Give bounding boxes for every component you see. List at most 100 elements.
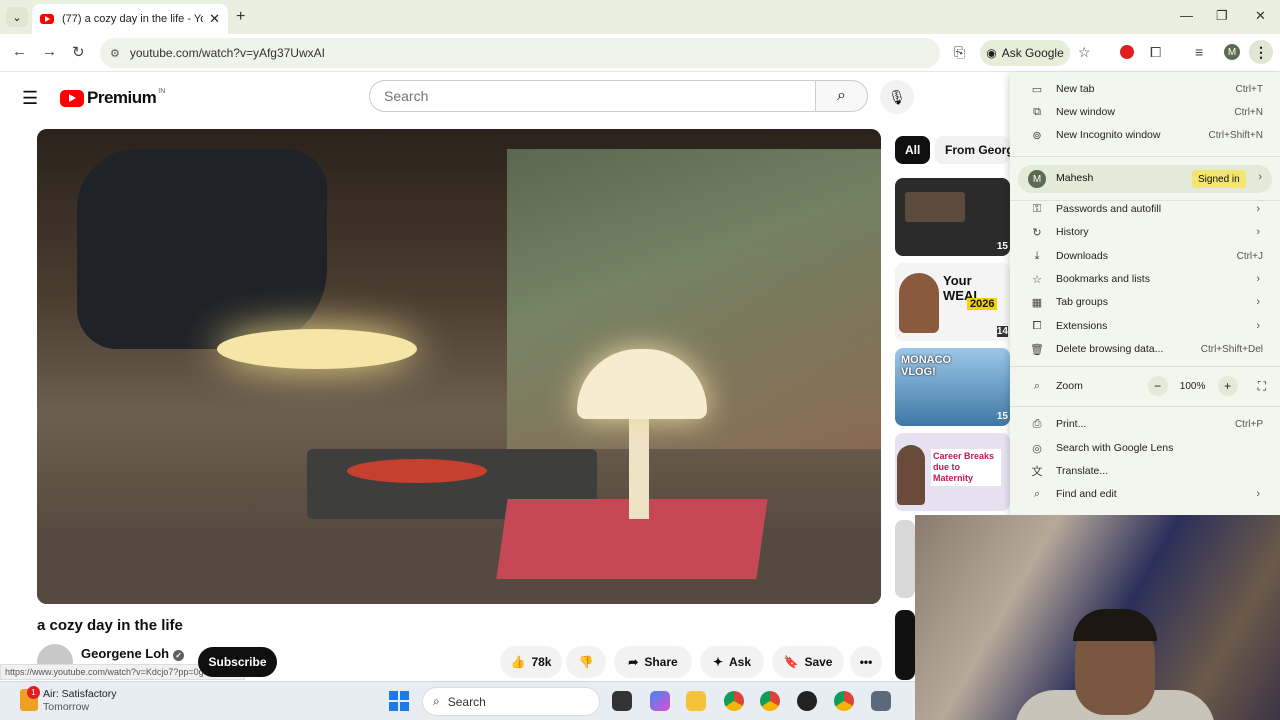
- menu-item-label: Bookmarks and lists: [1056, 273, 1150, 285]
- camera-app-icon[interactable]: [871, 691, 891, 711]
- chip-all[interactable]: All: [895, 136, 931, 164]
- extension-red-icon[interactable]: [1120, 45, 1134, 59]
- maximize-button[interactable]: ❐: [1216, 8, 1228, 24]
- youtube-play-icon: [60, 89, 84, 107]
- recommended-thumbnail[interactable]: Your WEAL 2026 14: [895, 263, 1010, 341]
- menu-item-new-incognito[interactable]: ⊚ New Incognito window Ctrl+Shift+N: [1010, 124, 1280, 146]
- video-person: [77, 149, 327, 349]
- menu-item-find-and-edit[interactable]: ⌕ Find and edit ›: [1010, 483, 1280, 505]
- menu-item-downloads[interactable]: ⤓ Downloads Ctrl+J: [1010, 245, 1280, 267]
- extensions-icon: ⧠: [1032, 319, 1042, 332]
- chevron-right-icon: ›: [1256, 273, 1260, 285]
- menu-item-shortcut: Ctrl+P: [1234, 418, 1263, 430]
- address-bar[interactable]: ⚙ youtube.com/watch?v=yAfg37UwxAI: [100, 38, 940, 68]
- chrome-menu-button[interactable]: ⋮: [1249, 40, 1273, 64]
- menu-item-tab-groups[interactable]: ▦ Tab groups ›: [1010, 291, 1280, 313]
- task-view-icon[interactable]: [612, 691, 632, 711]
- menu-item-passwords[interactable]: ⚿ Passwords and autofill ›: [1010, 198, 1280, 220]
- zoom-in-button[interactable]: +: [1217, 376, 1238, 396]
- recommended-thumbnail[interactable]: [895, 610, 915, 680]
- windows-start-icon[interactable]: [389, 691, 409, 711]
- video-record: [347, 459, 487, 483]
- chip-from-channel[interactable]: From Georgene Loh: [935, 136, 1010, 164]
- chrome-profile-icon[interactable]: [760, 691, 780, 711]
- tab-title: (77) a cozy day in the life - YouTube: [62, 13, 203, 25]
- ask-google-button[interactable]: ◉ Ask Google: [980, 40, 1070, 66]
- media-control-icon[interactable]: ≡: [1195, 44, 1203, 60]
- video-player[interactable]: [37, 129, 881, 604]
- recommended-thumbnail[interactable]: Career Breaks due to Maternity: [895, 433, 1010, 511]
- close-icon[interactable]: ✕: [209, 11, 220, 27]
- print-icon: ⎙: [1032, 417, 1042, 430]
- recommended-thumbnail[interactable]: [895, 520, 915, 598]
- extensions-icon[interactable]: ⧠: [1150, 44, 1161, 61]
- zoom-icon: ⌕: [1033, 379, 1041, 392]
- menu-item-translate[interactable]: 文 Translate...: [1010, 460, 1280, 482]
- menu-item-delete-browsing-data[interactable]: 🗑 Delete browsing data... Ctrl+Shift+Del: [1010, 338, 1280, 360]
- recommended-thumbnail[interactable]: 15: [895, 178, 1010, 256]
- zoom-out-button[interactable]: −: [1147, 376, 1168, 396]
- menu-item-google-lens[interactable]: ◎ Search with Google Lens: [1010, 437, 1280, 459]
- search-input[interactable]: Search: [369, 80, 816, 112]
- weather-line-2: Tomorrow: [43, 701, 90, 713]
- thumbnail-person: [897, 445, 925, 505]
- weather-line-1: Air: Satisfactory: [43, 688, 117, 700]
- save-button[interactable]: 🔖 Save: [772, 646, 844, 678]
- chatgpt-icon[interactable]: [797, 691, 817, 711]
- dislike-button[interactable]: 👎: [566, 646, 606, 678]
- menu-item-new-tab[interactable]: ▭ New tab Ctrl+T: [1010, 78, 1280, 100]
- verified-icon: ✓: [173, 650, 185, 661]
- window-close-button[interactable]: ✕: [1255, 8, 1266, 24]
- menu-item-history[interactable]: ↻ History ›: [1010, 221, 1280, 243]
- bookmark-star-icon[interactable]: ☆: [1078, 44, 1091, 61]
- menu-item-profile[interactable]: M Mahesh Signed in ›: [1018, 165, 1272, 193]
- download-icon: ⤓: [1034, 249, 1040, 262]
- minimize-button[interactable]: —: [1180, 8, 1193, 23]
- install-app-icon[interactable]: ⎘: [954, 44, 965, 61]
- menu-item-shortcut: Ctrl+N: [1234, 106, 1263, 118]
- thumbnail-subtitle: 2026: [967, 298, 998, 310]
- subscribe-button[interactable]: Subscribe: [198, 647, 277, 677]
- site-info-icon[interactable]: ⚙: [110, 47, 120, 60]
- copilot-icon[interactable]: [650, 691, 670, 711]
- reload-button[interactable]: ↻: [72, 43, 85, 61]
- taskbar-search[interactable]: ⌕ Search: [422, 687, 600, 716]
- weather-widget[interactable]: Air: Satisfactory Tomorrow: [43, 688, 117, 714]
- menu-item-bookmarks[interactable]: ☆ Bookmarks and lists ›: [1010, 268, 1280, 290]
- recommended-thumbnail[interactable]: MONACO VLOG! 15: [895, 348, 1010, 426]
- profile-avatar[interactable]: M: [1224, 44, 1240, 60]
- back-button[interactable]: ←: [12, 43, 27, 60]
- tab-search-button[interactable]: ⌄: [6, 7, 28, 27]
- chrome-icon[interactable]: [724, 691, 744, 711]
- fullscreen-icon[interactable]: ⛶: [1258, 379, 1266, 394]
- forward-button[interactable]: →: [42, 43, 57, 60]
- hamburger-menu-icon[interactable]: ☰: [22, 88, 38, 109]
- more-actions-button[interactable]: •••: [850, 646, 882, 678]
- chevron-right-icon: ›: [1256, 203, 1260, 215]
- voice-search-button[interactable]: 🎙: [880, 80, 914, 114]
- file-explorer-icon[interactable]: [686, 691, 706, 711]
- browser-tab-active[interactable]: (77) a cozy day in the life - YouTube ✕: [32, 4, 228, 34]
- menu-item-extensions[interactable]: ⧠ Extensions ›: [1010, 315, 1280, 337]
- history-icon: ↻: [1032, 226, 1042, 239]
- ask-button[interactable]: ✦ Ask: [700, 646, 764, 678]
- menu-item-new-window[interactable]: ⧉ New window Ctrl+N: [1010, 101, 1280, 123]
- search-icon: ⌕: [433, 694, 440, 708]
- new-tab-button[interactable]: +: [236, 8, 245, 26]
- chevron-right-icon: ›: [1256, 296, 1260, 308]
- channel-name-row[interactable]: Georgene Loh ✓: [81, 646, 185, 661]
- menu-item-label: Tab groups: [1056, 296, 1108, 308]
- new-window-icon: ⧉: [1033, 105, 1041, 118]
- chevron-right-icon: ›: [1258, 171, 1262, 183]
- menu-divider: [1010, 366, 1280, 367]
- menu-item-label: History: [1056, 226, 1089, 238]
- youtube-premium-logo[interactable]: Premium IN: [60, 88, 165, 108]
- like-button[interactable]: 👍 78k: [500, 646, 562, 678]
- share-button[interactable]: ➦ Share: [614, 646, 692, 678]
- search-button[interactable]: ⌕: [816, 80, 868, 112]
- key-icon: ⚿: [1032, 202, 1042, 215]
- menu-item-print[interactable]: ⎙ Print... Ctrl+P: [1010, 413, 1280, 435]
- browser-tab-bar: ⌄ (77) a cozy day in the life - YouTube …: [0, 0, 1280, 34]
- menu-divider: [1010, 156, 1280, 157]
- chrome-profile-icon[interactable]: [834, 691, 854, 711]
